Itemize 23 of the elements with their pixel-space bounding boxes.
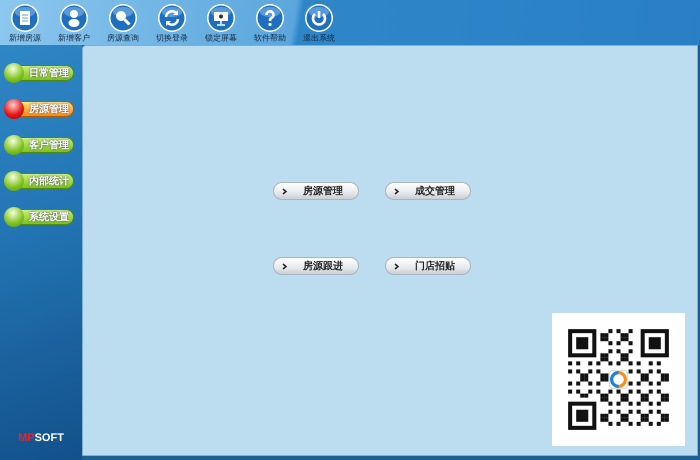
chevron-icon (394, 262, 399, 270)
menu-button[interactable]: 门店招贴 (385, 257, 471, 275)
chevron-icon (394, 188, 399, 194)
menu-button[interactable]: 房源管理 (273, 182, 359, 200)
toolbar-button[interactable]: 新增房源 (4, 3, 46, 44)
refresh-icon (157, 3, 187, 33)
person-icon (59, 3, 89, 33)
chevron-icon (282, 262, 287, 270)
toolbar-button[interactable]: 切换登录 (151, 3, 193, 44)
search-icon (108, 3, 138, 33)
logo: MPSOFT (18, 432, 64, 444)
power-icon (304, 3, 334, 33)
help-icon (255, 3, 285, 33)
toolbar-button[interactable]: 软件帮助 (249, 3, 291, 44)
chevron-icon (282, 188, 287, 194)
menu-button[interactable]: 成交管理 (385, 182, 471, 200)
toolbar-button[interactable]: 锁定屏幕 (200, 3, 242, 44)
monitor-icon (206, 3, 236, 33)
toolbar-button[interactable]: 房源查询 (102, 3, 144, 44)
menu-button[interactable]: 房源跟进 (273, 257, 359, 275)
toolbar-button[interactable]: 新增客户 (53, 3, 95, 44)
toolbar-button[interactable]: 退出系统 (298, 3, 340, 44)
document-icon (10, 3, 40, 33)
